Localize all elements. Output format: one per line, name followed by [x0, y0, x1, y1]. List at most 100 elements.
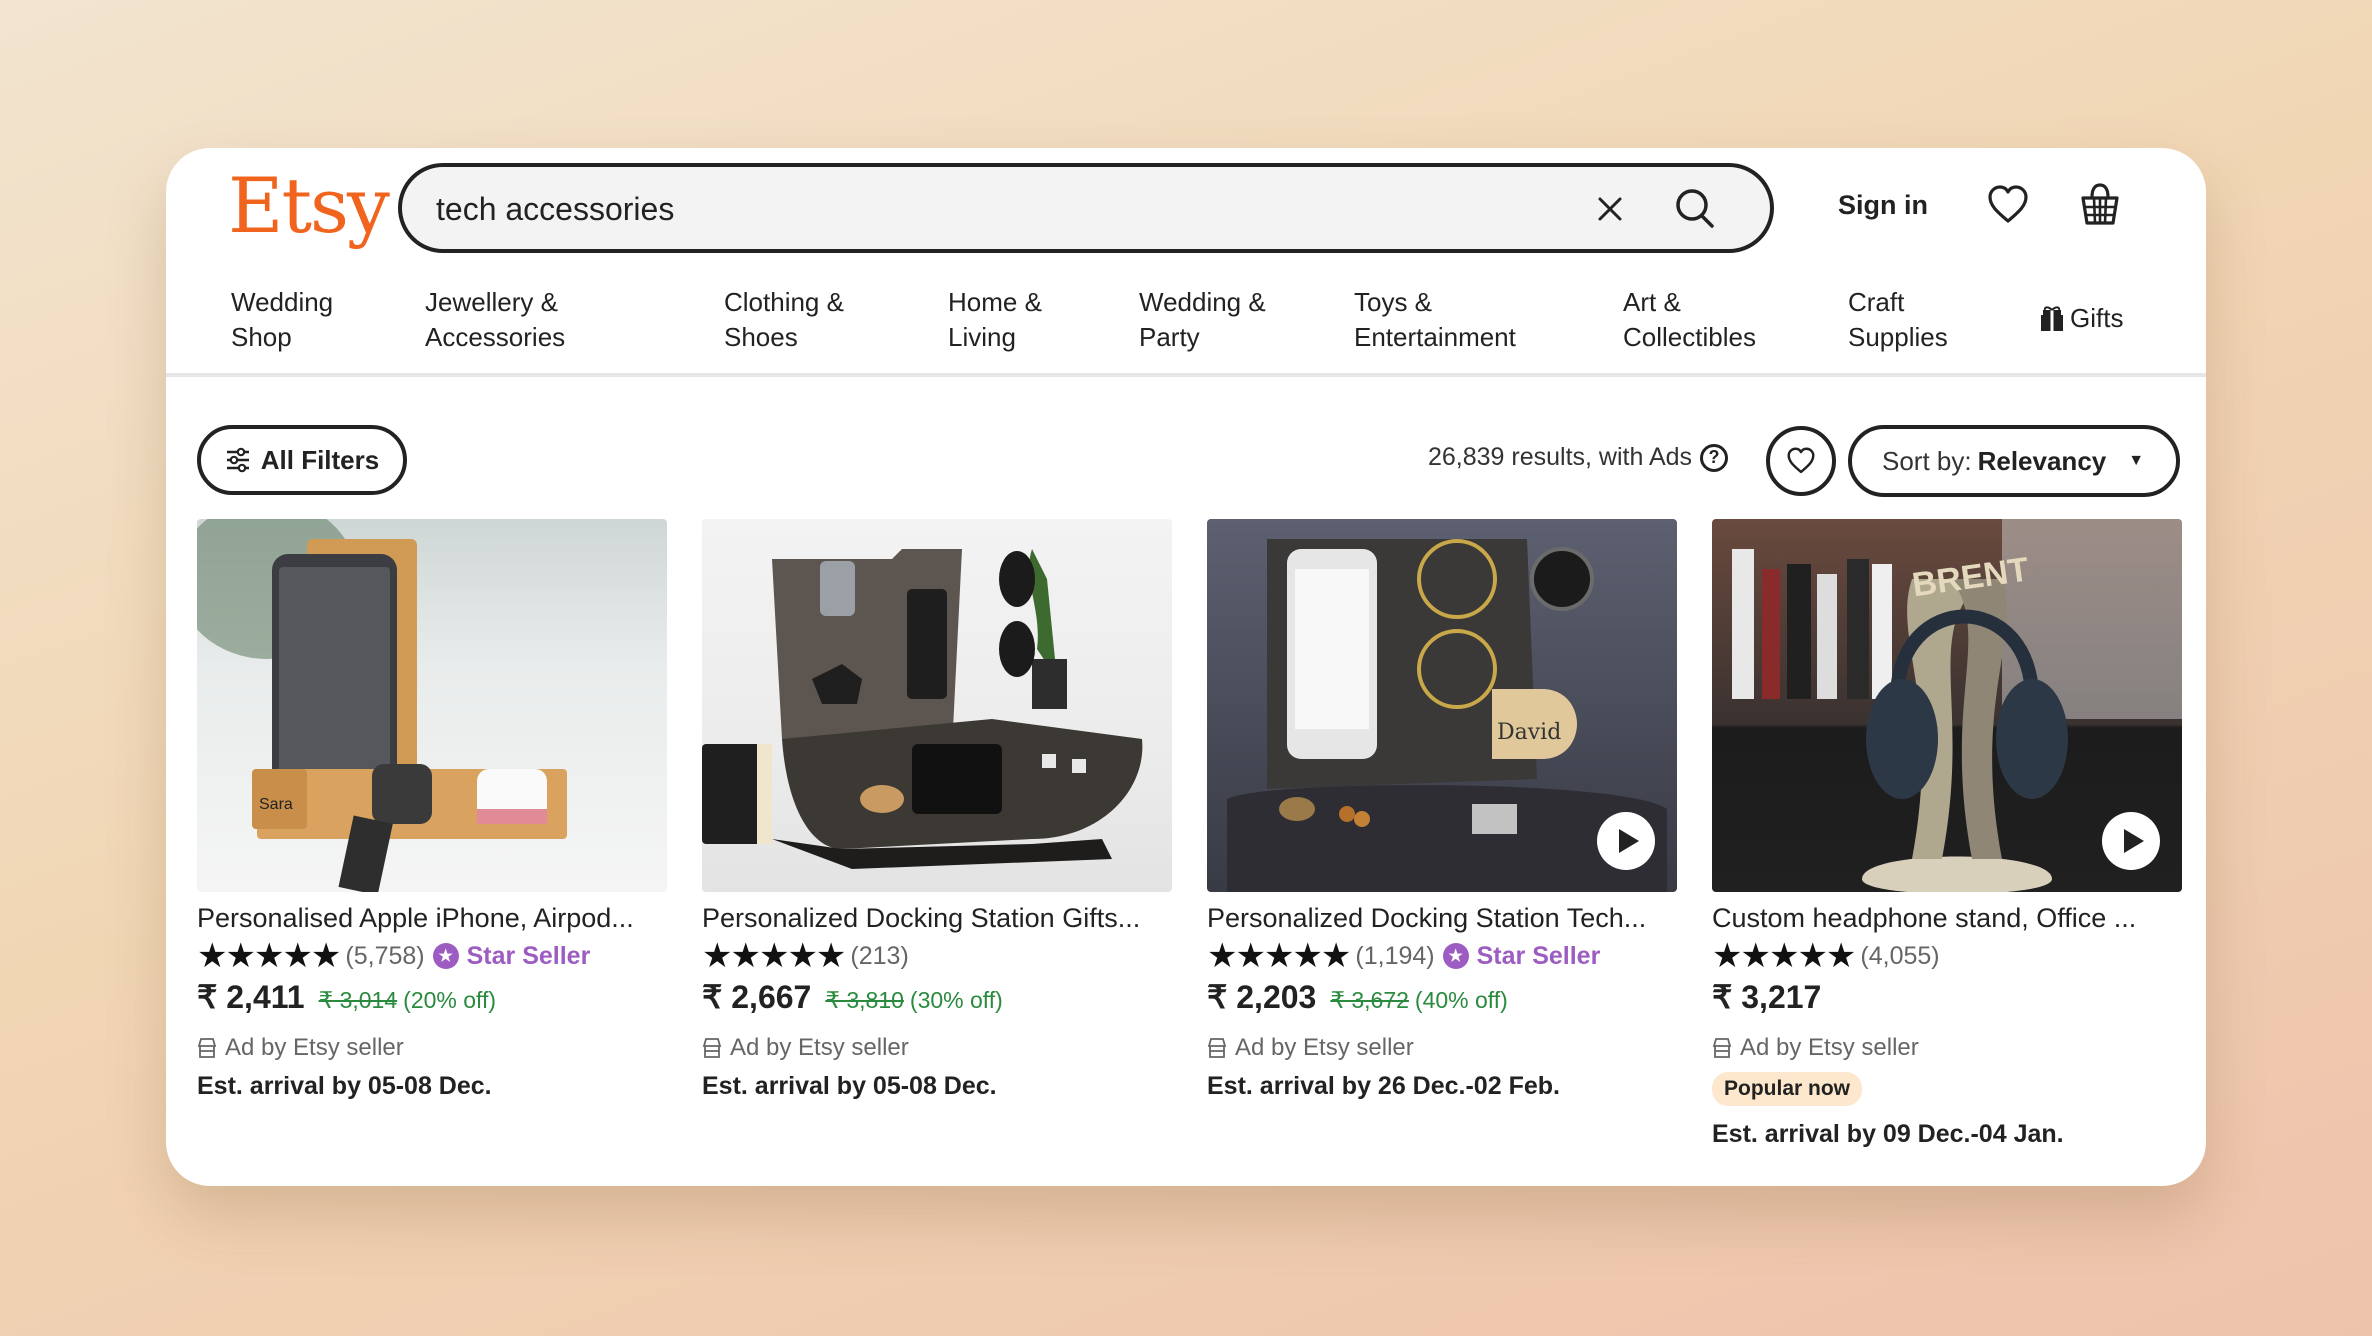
sale-price: ₹ 2,411 [197, 979, 305, 1015]
review-count: (1,194) [1355, 941, 1435, 970]
category-gifts[interactable]: Gifts [2040, 303, 2123, 334]
star-seller-badge: ★ Star Seller [432, 941, 591, 971]
price-row: ₹ 2,411 ₹ 3,014 (20% off) [197, 978, 667, 1026]
product-card[interactable]: BRENT Custom headphone stand, Office ...… [1712, 519, 2182, 1152]
sale-price: ₹ 3,217 [1712, 979, 1822, 1015]
discount-label: (30% off) [909, 987, 1003, 1013]
svg-text:Sara: Sara [259, 796, 293, 813]
category-label: Supplies [1848, 322, 1948, 352]
sale-price: ₹ 2,667 [702, 979, 812, 1015]
header-divider [166, 373, 2206, 377]
product-image[interactable]: David [1207, 519, 1677, 892]
category-art-collectibles[interactable]: Art & Collectibles [1623, 285, 1756, 355]
popular-now-badge: Popular now [1712, 1072, 1862, 1106]
star-seller-label: Star Seller [1476, 941, 1601, 970]
svg-text:David: David [1497, 720, 1561, 745]
product-photo-docking-station [702, 549, 1143, 869]
search-bar [398, 163, 1774, 253]
estimated-arrival: Est. arrival by 05-08 Dec. [197, 1072, 492, 1100]
play-video-button[interactable] [2102, 812, 2160, 870]
all-filters-button[interactable]: All Filters [197, 425, 407, 495]
search-icon[interactable] [1672, 185, 1720, 233]
ad-label: Ad by Etsy seller [197, 1028, 667, 1068]
star-seller-icon: ★ [432, 943, 459, 969]
original-price: ₹ 3,014 [318, 987, 398, 1013]
caret-down-icon: ▼ [2128, 452, 2145, 469]
category-clothing-shoes[interactable]: Clothing & Shoes [724, 285, 844, 355]
play-video-button[interactable] [1597, 812, 1655, 870]
product-title[interactable]: Custom headphone stand, Office ... [1712, 900, 2182, 936]
price-row: ₹ 3,217 [1712, 978, 2182, 1026]
product-title[interactable]: Personalized Docking Station Tech... [1207, 900, 1677, 936]
product-image[interactable]: Sara [197, 519, 667, 892]
gift-icon [2041, 305, 2063, 331]
product-card[interactable]: Sara Personalised Apple iPhone, Airpod..… [197, 519, 667, 1104]
category-craft-supplies[interactable]: Craft Supplies [1848, 285, 1948, 355]
category-label: Collectibles [1623, 322, 1756, 352]
product-title[interactable]: Personalized Docking Station Gifts... [702, 900, 1172, 936]
results-text: 26,839 results, with Ads [1428, 443, 1693, 471]
product-photo-phone-dock: Sara [197, 519, 567, 892]
category-label: Jewellery & [425, 287, 558, 317]
category-jewellery-accessories[interactable]: Jewellery & Accessories [425, 285, 565, 355]
category-label: Clothing & [724, 287, 844, 317]
shop-icon [702, 1038, 722, 1058]
category-label: Living [948, 322, 1016, 352]
save-search-heart-button[interactable] [1766, 426, 1836, 496]
category-label: Party [1139, 322, 1200, 352]
category-label: Art & [1623, 287, 1681, 317]
star-seller-badge: ★ Star Seller [1442, 941, 1601, 971]
review-count: (4,055) [1860, 941, 1940, 970]
ad-text: Ad by Etsy seller [1235, 1034, 1414, 1061]
shop-icon [1712, 1038, 1732, 1058]
category-wedding-party[interactable]: Wedding & Party [1139, 285, 1266, 355]
favorites-heart-icon[interactable] [1986, 183, 2030, 227]
estimated-arrival: Est. arrival by 09 Dec.-04 Jan. [1712, 1120, 2064, 1148]
ad-label: Ad by Etsy seller [1207, 1028, 1677, 1068]
product-rating: ★★★★★ (213) [702, 936, 1172, 976]
etsy-logo[interactable]: Etsy [228, 168, 390, 244]
product-card[interactable]: David Personalized Docking Station Tech.… [1207, 519, 1677, 1104]
sign-in-link[interactable]: Sign in [1838, 190, 1928, 221]
category-label: Entertainment [1354, 322, 1516, 352]
category-wedding-shop[interactable]: Wedding Shop [231, 285, 333, 355]
estimated-arrival: Est. arrival by 26 Dec.-02 Feb. [1207, 1072, 1560, 1100]
product-image[interactable]: BRENT [1712, 519, 2182, 892]
browser-window: Etsy Sign in Wedding Shop Jewellery & Ac… [166, 148, 2206, 1186]
cart-basket-icon[interactable] [2078, 181, 2122, 227]
shop-icon [1207, 1038, 1227, 1058]
category-home-living[interactable]: Home & Living [948, 285, 1042, 355]
category-toys-entertainment[interactable]: Toys & Entertainment [1354, 285, 1516, 355]
product-image[interactable] [702, 519, 1172, 892]
search-input[interactable] [436, 181, 1536, 237]
discount-label: (40% off) [1414, 987, 1508, 1013]
category-label: Craft [1848, 287, 1905, 317]
sort-value: Relevancy [1977, 445, 2107, 476]
gifts-label: Gifts [2070, 303, 2124, 333]
review-count: (5,758) [345, 941, 425, 970]
product-card[interactable]: Personalized Docking Station Gifts... ★★… [702, 519, 1172, 1104]
help-question-icon[interactable]: ? [1700, 443, 1729, 472]
ad-label: Ad by Etsy seller [1712, 1028, 2182, 1068]
clear-search-icon[interactable] [1590, 189, 1630, 229]
sort-prefix: Sort by: [1882, 445, 1972, 476]
shop-icon [197, 1038, 217, 1058]
ad-text: Ad by Etsy seller [1740, 1034, 1919, 1061]
ad-text: Ad by Etsy seller [730, 1034, 909, 1061]
filter-sliders-icon [226, 447, 249, 473]
product-rating: ★★★★★ (4,055) [1712, 936, 2182, 976]
sort-dropdown[interactable]: Sort by: Relevancy ▼ [1848, 425, 2180, 497]
review-count: (213) [850, 941, 909, 970]
rating-stars: ★★★★★ [702, 937, 846, 975]
star-seller-label: Star Seller [466, 941, 591, 970]
product-title[interactable]: Personalised Apple iPhone, Airpod... [197, 900, 667, 936]
heart-icon [1787, 447, 1815, 474]
category-label: Toys & [1354, 287, 1433, 317]
rating-stars: ★★★★★ [197, 937, 341, 975]
all-filters-label: All Filters [260, 444, 380, 475]
price-row: ₹ 2,667 ₹ 3,810 (30% off) [702, 978, 1172, 1026]
category-label: Shoes [724, 322, 798, 352]
ad-label: Ad by Etsy seller [702, 1028, 1172, 1068]
category-label: Shop [231, 322, 292, 352]
rating-stars: ★★★★★ [1712, 937, 1856, 975]
